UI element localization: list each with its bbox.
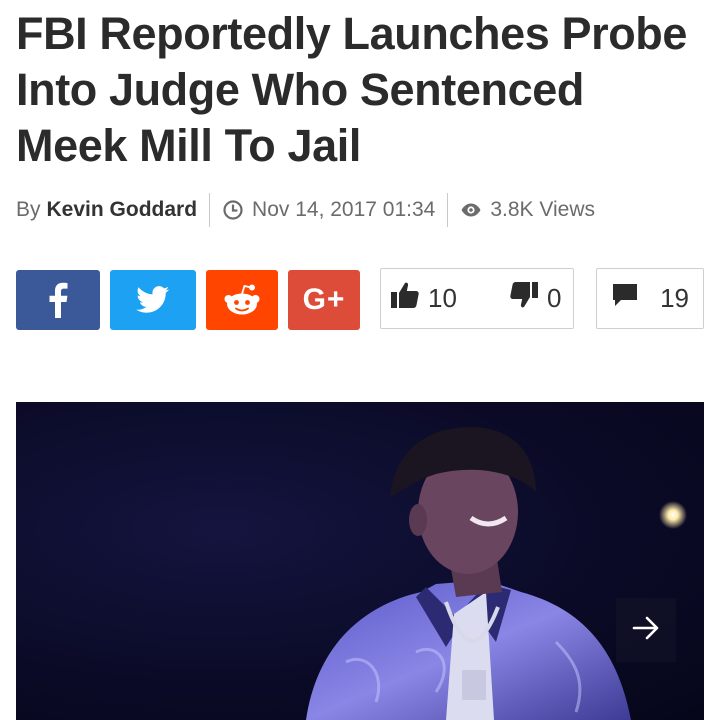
arrow-right-icon [632,616,660,645]
share-reddit-button[interactable] [206,270,278,330]
author-link[interactable]: Kevin Goddard [47,198,198,222]
share-twitter-button[interactable] [110,270,196,330]
article-meta: By Kevin Goddard Nov 14, 2017 01:34 3.8K… [16,193,595,227]
upvote-button[interactable]: 10 [390,269,457,328]
facebook-icon [48,282,68,318]
article-title: FBI Reportedly Launches Probe Into Judge… [16,8,688,171]
thumbs-down-icon [509,281,547,316]
share-facebook-button[interactable] [16,270,100,330]
publish-date: Nov 14, 2017 01:34 [252,198,436,221]
by-prefix: By [16,198,41,221]
clock-icon [222,199,244,221]
comments-button[interactable]: 19 [596,268,704,329]
share-google-plus-button[interactable]: G+ [288,270,360,330]
comment-count: 19 [660,283,689,313]
next-image-button[interactable] [616,598,676,662]
meta-divider [209,193,211,227]
reddit-icon [223,283,261,317]
meta-divider [447,193,449,227]
upvote-count: 10 [428,283,457,313]
article-image [16,402,704,720]
vote-box: 10 0 [380,268,574,329]
comment-icon [611,282,639,315]
thumbs-up-icon [390,281,428,316]
eye-icon [460,199,482,221]
google-plus-icon: G+ [302,283,346,316]
twitter-icon [136,286,170,314]
view-count: 3.8K Views [490,198,596,221]
article-photo-scene [306,427,687,720]
downvote-button[interactable]: 0 [509,269,561,328]
downvote-count: 0 [547,283,562,313]
